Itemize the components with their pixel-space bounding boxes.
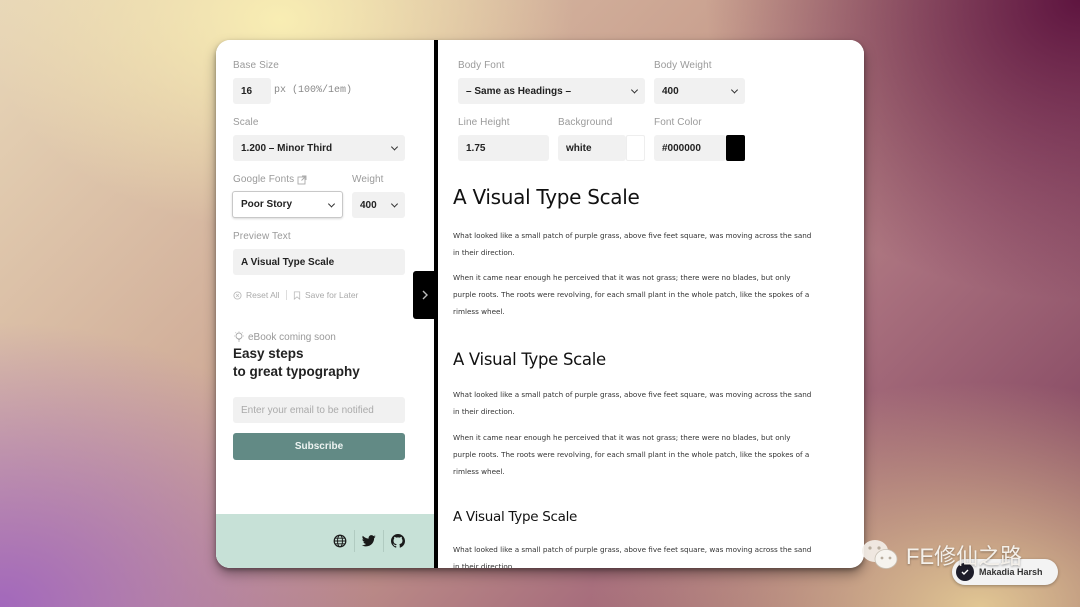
body-weight-select[interactable]: 400	[654, 78, 745, 104]
preview-paragraph: What looked like a small patch of purple…	[453, 390, 812, 416]
reset-icon	[233, 290, 242, 300]
lightbulb-icon	[234, 331, 244, 342]
watermark: FE修仙之路	[860, 538, 1022, 572]
preview-paragraph: When it came near enough he perceived th…	[453, 273, 810, 316]
sidebar-toggle-button[interactable]	[413, 271, 437, 319]
preview-heading-2: A Visual Type Scale	[453, 350, 606, 369]
base-size-unit: px (100%/1em)	[274, 85, 353, 96]
base-size-input[interactable]: 16	[233, 78, 271, 104]
actions-separator	[286, 290, 287, 300]
wechat-icon	[862, 540, 898, 569]
email-placeholder: Enter your email to be notified	[241, 404, 374, 416]
font-color-label: Font Color	[654, 117, 702, 128]
preview-paragraph: What looked like a small patch of purple…	[453, 545, 812, 568]
weight-select[interactable]: 400	[352, 192, 405, 218]
font-color-swatch[interactable]	[726, 135, 745, 161]
footer-separator	[383, 530, 384, 552]
scale-select[interactable]: 1.200 – Minor Third	[233, 135, 405, 161]
bookmark-icon	[293, 290, 301, 300]
email-input[interactable]: Enter your email to be notified	[233, 397, 405, 423]
github-icon[interactable]	[390, 533, 406, 549]
globe-icon[interactable]	[332, 533, 348, 549]
chevron-right-icon	[422, 290, 428, 300]
font-color-input[interactable]: #000000	[654, 135, 726, 161]
body-font-label: Body Font	[458, 60, 505, 71]
preview-panel: Body Font – Same as Headings – Body Weig…	[438, 40, 864, 568]
preview-heading-1: A Visual Type Scale	[453, 185, 640, 209]
watermark-text: FE修仙之路	[906, 544, 1023, 569]
ebook-title: Easy steps to great typography	[233, 345, 360, 381]
line-height-label: Line Height	[458, 117, 510, 128]
ebook-title-line1: Easy steps	[233, 346, 304, 361]
preview-text-label: Preview Text	[233, 231, 291, 242]
twitter-icon[interactable]	[361, 533, 377, 549]
google-fonts-label: Google Fonts	[233, 174, 307, 185]
base-size-label: Base Size	[233, 60, 279, 71]
reset-all-label: Reset All	[246, 290, 280, 300]
subscribe-button[interactable]: Subscribe	[233, 433, 405, 460]
preview-text-input[interactable]: A Visual Type Scale	[233, 249, 405, 275]
background-swatch[interactable]	[626, 135, 645, 161]
google-fonts-select[interactable]: Poor Story	[232, 191, 343, 218]
ebook-tag: eBook coming soon	[233, 331, 336, 343]
ebook-title-line2: to great typography	[233, 364, 360, 379]
scale-label: Scale	[233, 117, 259, 128]
external-link-icon[interactable]	[297, 175, 307, 185]
google-fonts-label-text: Google Fonts	[233, 174, 295, 185]
preview-paragraph: What looked like a small patch of purple…	[453, 231, 812, 257]
preview-heading-3: A Visual Type Scale	[453, 509, 578, 525]
sidebar: Base Size 16 px (100%/1em) Scale 1.200 –…	[216, 40, 434, 568]
sidebar-footer	[216, 514, 434, 568]
preview-paragraph: When it came near enough he perceived th…	[453, 433, 810, 476]
line-height-input[interactable]: 1.75	[458, 135, 549, 161]
background-input[interactable]: white	[558, 135, 626, 161]
background-label: Background	[558, 117, 613, 128]
save-for-later-label: Save for Later	[305, 290, 359, 300]
body-font-select[interactable]: – Same as Headings –	[458, 78, 645, 104]
weight-label: Weight	[352, 174, 384, 185]
body-weight-label: Body Weight	[654, 60, 712, 71]
reset-all-button[interactable]: Reset All	[233, 290, 280, 300]
type-scale-app: Base Size 16 px (100%/1em) Scale 1.200 –…	[216, 40, 864, 568]
save-for-later-button[interactable]: Save for Later	[293, 290, 358, 300]
footer-separator	[354, 530, 355, 552]
ebook-tag-text: eBook coming soon	[248, 331, 336, 343]
